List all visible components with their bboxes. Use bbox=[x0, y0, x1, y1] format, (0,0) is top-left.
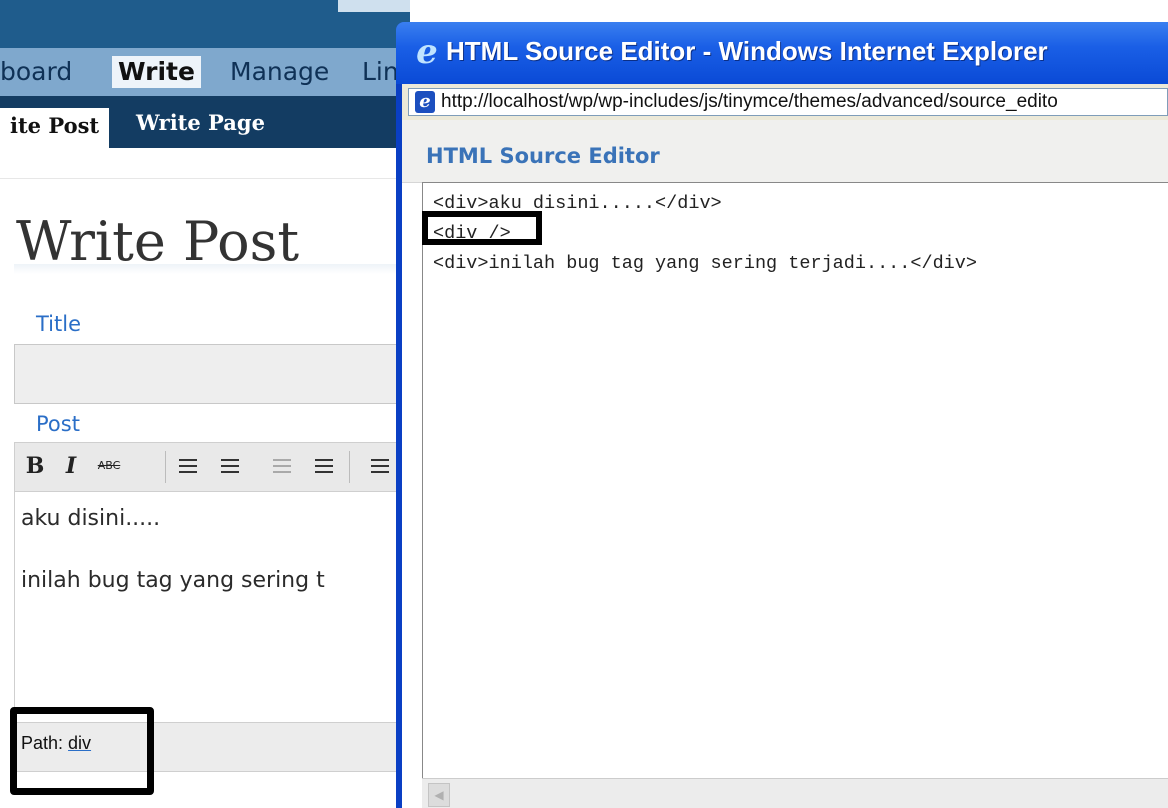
submenu-spacer bbox=[0, 148, 410, 179]
code-highlight-box bbox=[422, 211, 542, 245]
url-text: http://localhost/wp/wp-includes/js/tinym… bbox=[441, 91, 1058, 112]
editor-toolbar: B I ABC bbox=[14, 442, 410, 492]
ordered-list-icon[interactable] bbox=[215, 451, 243, 481]
menu-item-dashboard[interactable]: board bbox=[0, 56, 72, 88]
horizontal-scrollbar[interactable]: ◀ bbox=[422, 778, 1168, 808]
post-label: Post bbox=[36, 412, 80, 436]
menu-item-links[interactable]: Lin bbox=[362, 56, 399, 88]
title-underline bbox=[14, 264, 410, 274]
wp-main-menu: board Write Manage Lin bbox=[0, 48, 410, 96]
scroll-left-arrow-icon[interactable]: ◀ bbox=[428, 783, 450, 807]
unordered-list-icon[interactable] bbox=[173, 451, 201, 481]
ie-title-bar[interactable]: e HTML Source Editor - Windows Internet … bbox=[396, 22, 1168, 84]
indent-icon[interactable] bbox=[309, 451, 337, 481]
address-field[interactable]: e http://localhost/wp/wp-includes/js/tin… bbox=[408, 88, 1168, 116]
italic-button[interactable]: I bbox=[57, 451, 85, 481]
source-editor-header: HTML Source Editor bbox=[402, 120, 1168, 183]
editor-line-2: inilah bug tag yang sering t bbox=[21, 568, 325, 593]
wp-top-strip bbox=[0, 0, 410, 48]
menu-item-manage[interactable]: Manage bbox=[230, 56, 329, 88]
code-line-3: <div>inilah bug tag yang sering terjadi.… bbox=[433, 253, 977, 274]
editor-line-1: aku disini..... bbox=[21, 506, 161, 531]
wp-submenu: ite Post Write Page bbox=[0, 96, 410, 148]
ie-window-title: HTML Source Editor - Windows Internet Ex… bbox=[446, 36, 1048, 66]
page-icon: e bbox=[415, 91, 435, 113]
strikethrough-button[interactable]: ABC bbox=[95, 451, 123, 481]
submenu-write-page[interactable]: Write Page bbox=[126, 108, 275, 138]
source-editor-title: HTML Source Editor bbox=[426, 144, 660, 168]
submenu-write-post[interactable]: ite Post bbox=[0, 108, 110, 148]
source-code-textarea[interactable]: <div>aku disini.....</div> <div /> <div>… bbox=[422, 182, 1168, 808]
post-editor-body[interactable]: aku disini..... inilah bug tag yang seri… bbox=[14, 492, 410, 722]
toolbar-separator bbox=[349, 451, 350, 483]
ie-logo-icon: e bbox=[416, 32, 438, 72]
title-label: Title bbox=[36, 312, 82, 336]
align-left-icon[interactable] bbox=[365, 451, 393, 481]
path-highlight-box bbox=[10, 707, 154, 795]
toolbar-separator bbox=[165, 451, 166, 483]
top-strip-tab bbox=[338, 0, 410, 12]
menu-item-write[interactable]: Write bbox=[112, 56, 201, 88]
title-input[interactable] bbox=[14, 344, 410, 404]
bold-button[interactable]: B bbox=[21, 451, 49, 481]
outdent-icon[interactable] bbox=[267, 451, 295, 481]
ie-popup-window: e HTML Source Editor - Windows Internet … bbox=[396, 22, 1168, 808]
